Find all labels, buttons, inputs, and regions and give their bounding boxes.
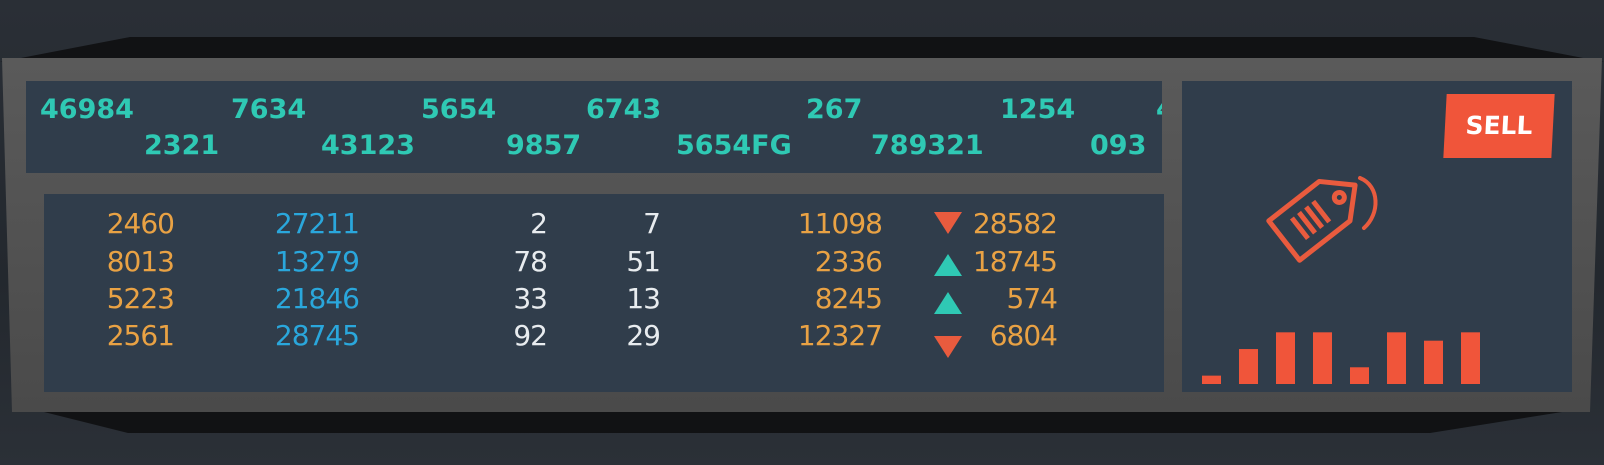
bar <box>1461 332 1480 384</box>
table-cell: 574 <box>1006 282 1058 315</box>
table-cell: 29 <box>626 319 661 352</box>
table-cell: 11098 <box>797 207 883 240</box>
table-cell: 7 <box>643 207 661 240</box>
table-cell: 28582 <box>972 207 1058 240</box>
table-cell: 13279 <box>274 245 360 278</box>
ticker-value: 5654 <box>421 94 497 125</box>
table-cell: 51 <box>626 245 661 278</box>
ticker-value: 5654FG <box>676 130 792 161</box>
frame-bottom-bevel <box>44 412 1562 433</box>
sell-panel: SELL <box>1182 81 1572 392</box>
ticker-value: 7634 <box>231 94 307 125</box>
bar <box>1350 367 1369 384</box>
bar <box>1202 375 1221 384</box>
quote-table: 2460 27211 2 7 11098 28582 8013 13279 78… <box>44 194 1164 392</box>
ticker-value: 1254 <box>1000 94 1076 125</box>
ticker-value: 43123 <box>321 130 415 161</box>
table-cell: 12327 <box>797 319 883 352</box>
table-cell: 2460 <box>106 207 175 240</box>
bar-chart <box>1202 332 1480 384</box>
table-cell: 6804 <box>989 319 1058 352</box>
table-cell: 28745 <box>274 319 360 352</box>
ticker-value: 9857 <box>506 130 582 161</box>
bar <box>1239 349 1258 384</box>
table-cell: 13 <box>626 282 661 315</box>
ticker-value: 789321 <box>871 130 984 161</box>
ticker-value: 093 <box>1090 130 1147 161</box>
table-cell: 21846 <box>274 282 360 315</box>
table-cell: 18745 <box>972 245 1058 278</box>
table-cell: 2561 <box>106 319 175 352</box>
table-cell: 8013 <box>106 245 175 278</box>
ticker-strip: 46984 7634 5654 6743 267 1254 4 2321 431… <box>26 81 1162 173</box>
table-cell: 2336 <box>814 245 883 278</box>
table-cell: 8245 <box>814 282 883 315</box>
bar <box>1424 340 1443 384</box>
bar <box>1387 332 1406 384</box>
table-cell: 27211 <box>274 207 360 240</box>
ticker-value: 4 <box>1156 95 1162 125</box>
table-cell: 5223 <box>106 282 175 315</box>
bar <box>1313 332 1332 384</box>
price-tag-icon <box>1266 176 1378 263</box>
ticker-value: 46984 <box>40 94 134 125</box>
ticker-value: 267 <box>806 94 863 125</box>
ticker-value: 2321 <box>144 130 220 161</box>
ticker-value: 6743 <box>586 94 662 125</box>
sell-button[interactable]: SELL <box>1443 94 1555 158</box>
bar <box>1276 332 1295 384</box>
